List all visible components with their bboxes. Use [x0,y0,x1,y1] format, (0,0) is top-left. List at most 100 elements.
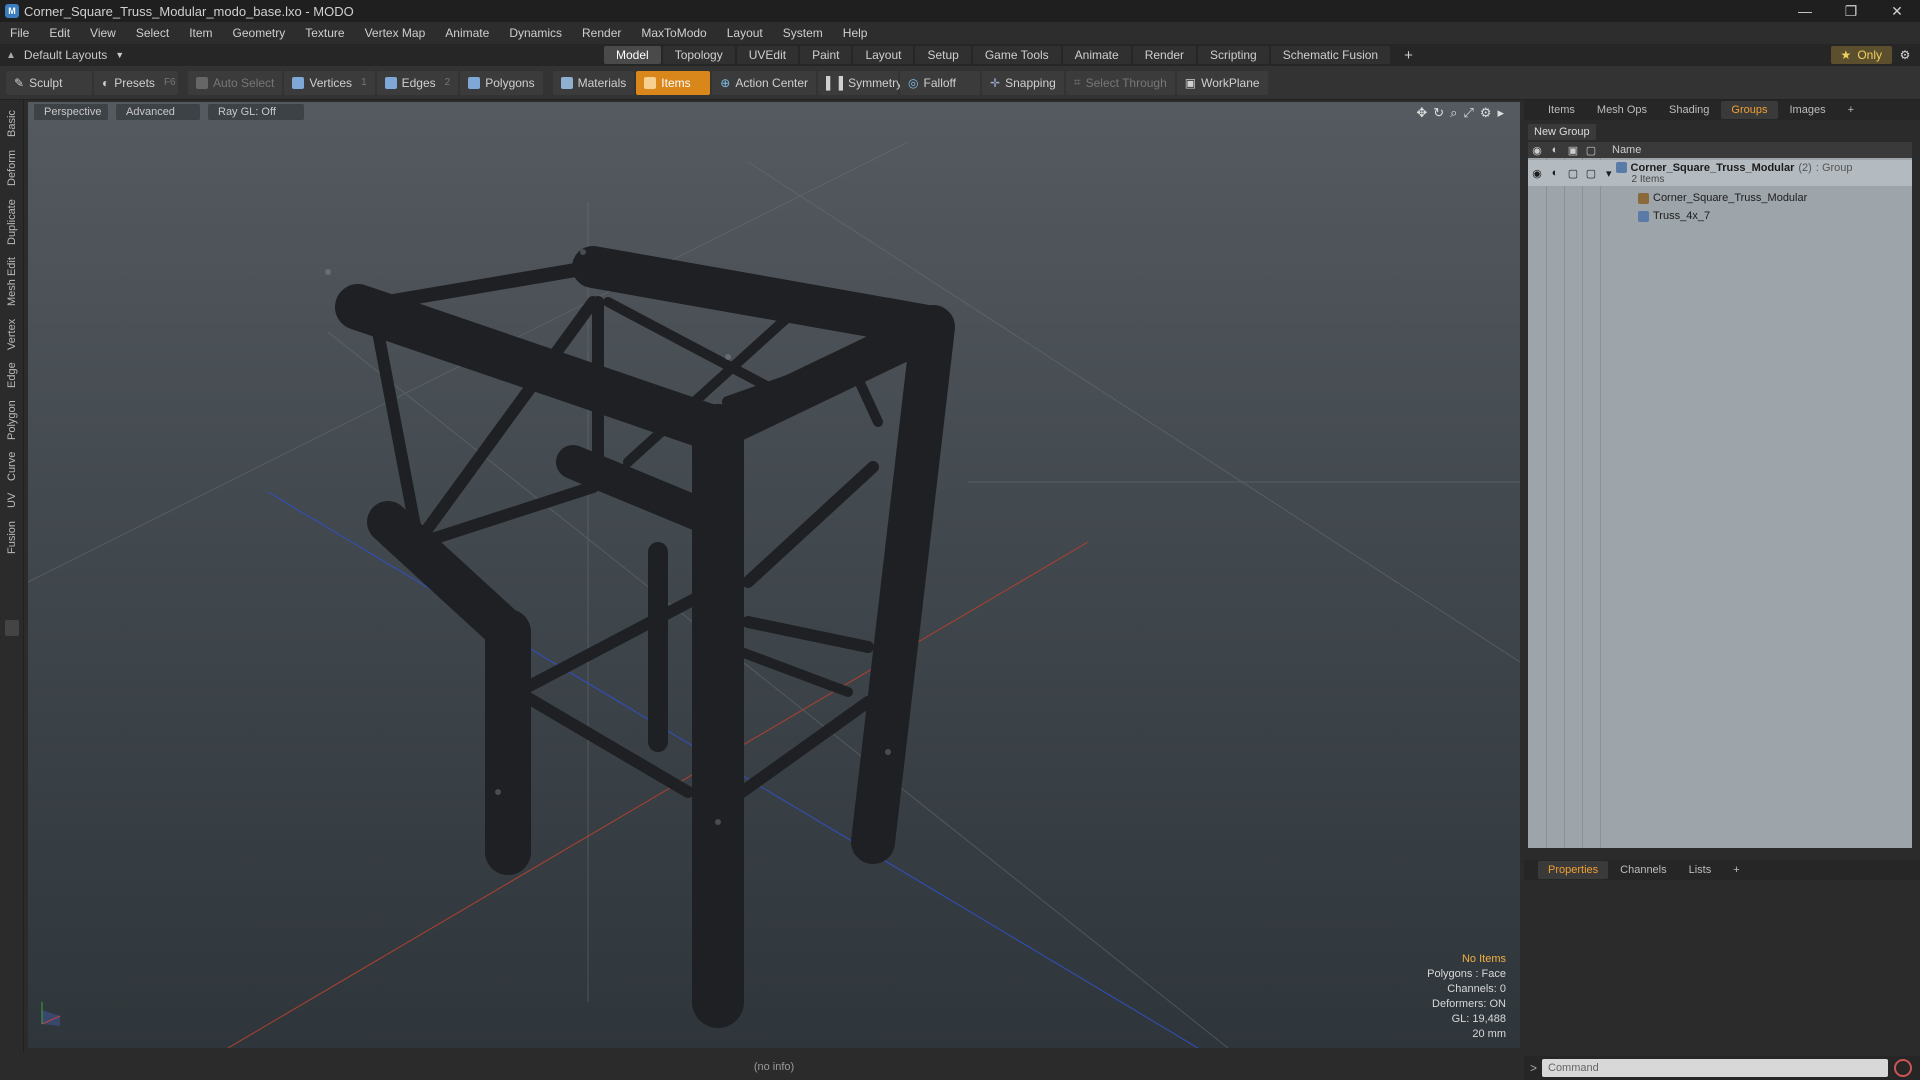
gear-icon[interactable]: ⚙ [1896,46,1914,64]
render-toggle-icon[interactable]: ◐ [1546,167,1564,179]
command-input[interactable]: Command [1542,1059,1888,1077]
select-toggle-icon[interactable]: ▢ [1582,167,1600,180]
close-button[interactable]: ✕ [1874,0,1920,22]
tab-topology[interactable]: Topology [662,46,735,64]
collapse-icon[interactable]: ▾ [1606,167,1612,180]
tab-setup[interactable]: Setup [915,46,971,64]
tab-paint[interactable]: Paint [800,46,852,64]
menu-file[interactable]: File [0,26,39,40]
menu-dynamics[interactable]: Dynamics [499,26,572,40]
sculpt-button[interactable]: ✎ Sculpt [6,70,92,95]
menu-maxtomodo[interactable]: MaxToModo [631,26,716,40]
tab-channels[interactable]: Channels [1610,861,1676,879]
menu-help[interactable]: Help [833,26,878,40]
vtab-fusion[interactable]: Fusion [3,516,21,558]
mesh-item-icon [1638,210,1649,222]
auto-select-button[interactable]: Auto Select [188,70,283,95]
only-button[interactable]: ★ Only [1830,46,1892,64]
group-child-row[interactable]: Corner_Square_Truss_Modular [1528,190,1912,206]
edges-button[interactable]: Edges 2 [376,70,459,95]
menu-item[interactable]: Item [179,26,222,40]
workplane-label: WorkPlane [1201,75,1260,90]
layout-selector[interactable]: ▲ Default Layouts ▼ [6,47,124,63]
pan-icon[interactable]: ✥ [1416,105,1427,121]
visibility-eye-icon[interactable]: ◉ [1528,167,1546,180]
menu-animate[interactable]: Animate [435,26,499,40]
snapping-button[interactable]: ✛ Snapping [982,70,1064,95]
viewport-settings-icon[interactable]: ⚙ [1480,105,1492,121]
palette-toggle-button[interactable] [5,620,19,636]
tab-items[interactable]: Items [1538,101,1585,119]
shading-mode-button[interactable]: Advanced [116,104,200,120]
symmetry-button[interactable]: ▌▐ Symmetry [818,70,902,95]
presets-button[interactable]: ◐ Presets F6 [94,70,178,95]
tab-uvedit[interactable]: UVEdit [736,46,799,64]
tab-scripting[interactable]: Scripting [1198,46,1269,64]
select-column-icon[interactable]: ▢ [1582,144,1600,157]
menu-geometry[interactable]: Geometry [223,26,296,40]
3d-viewport[interactable]: Perspective Advanced Ray GL: Off ✥ ↻ ⌕ ⤢… [28,102,1520,1048]
vtab-edge[interactable]: Edge [3,358,21,392]
raygl-button[interactable]: Ray GL: Off [208,104,304,120]
restore-button[interactable]: ❐ [1828,0,1874,22]
add-properties-tab-button[interactable]: + [1723,861,1749,879]
items-button[interactable]: Items [636,70,711,95]
group-child-row[interactable]: Truss_4x_7 [1528,208,1912,224]
view-type-button[interactable]: Perspective [34,104,108,120]
action-center-button[interactable]: ⊕ Action Center [712,70,817,95]
tab-animate[interactable]: Animate [1062,46,1131,64]
vtab-vertex[interactable]: Vertex [3,314,21,354]
menu-layout[interactable]: Layout [717,26,773,40]
tab-layout[interactable]: Layout [853,46,914,64]
menu-texture[interactable]: Texture [295,26,354,40]
render-column-icon[interactable]: ◐ [1546,144,1564,156]
select-through-button[interactable]: ⌗ Select Through [1065,70,1175,95]
minimize-button[interactable]: — [1782,0,1828,22]
maximize-icon[interactable]: ⤢ [1463,105,1473,121]
vtab-basic[interactable]: Basic [3,106,21,142]
vtab-duplicate[interactable]: Duplicate [3,194,21,250]
add-panel-tab-button[interactable]: + [1838,101,1864,119]
vertices-icon [292,76,305,89]
zoom-icon[interactable]: ⌕ [1450,105,1457,121]
vtab-mesh-edit[interactable]: Mesh Edit [3,254,21,310]
command-history-icon[interactable] [1894,1059,1912,1077]
tab-render[interactable]: Render [1132,46,1197,64]
new-group-button[interactable]: New Group [1528,124,1596,140]
menu-vertex-map[interactable]: Vertex Map [355,26,436,40]
tab-properties[interactable]: Properties [1538,861,1609,879]
tab-lists[interactable]: Lists [1679,861,1722,879]
lock-toggle-icon[interactable]: ▢ [1564,167,1582,180]
menu-edit[interactable]: Edit [39,26,80,40]
tab-game-tools[interactable]: Game Tools [972,46,1061,64]
vtab-uv[interactable]: UV [3,488,21,512]
vtab-polygon[interactable]: Polygon [3,396,21,444]
tab-schematic-fusion[interactable]: Schematic Fusion [1270,46,1391,64]
tab-images[interactable]: Images [1780,101,1836,119]
vtab-curve[interactable]: Curve [3,448,21,484]
add-tab-button[interactable]: + [1392,46,1425,64]
tab-shading[interactable]: Shading [1659,101,1719,119]
vertices-button[interactable]: Vertices 1 [284,70,375,95]
materials-button[interactable]: Materials [552,70,635,95]
group-count: (2) [1798,161,1812,174]
tool-bar: ✎ Sculpt ◐ Presets F6 Auto Select Vertic… [0,66,1920,100]
vtab-deform[interactable]: Deform [3,146,21,190]
visibility-column-icon[interactable]: ◉ [1528,144,1546,157]
polygons-button[interactable]: Polygons [460,70,543,95]
rotate-icon[interactable]: ↻ [1433,105,1444,121]
falloff-button[interactable]: ◎ Falloff [900,70,981,95]
menu-view[interactable]: View [80,26,126,40]
lock-column-icon[interactable]: ▣ [1564,144,1582,157]
menu-select[interactable]: Select [126,26,179,40]
name-column-header[interactable]: Name [1612,144,1641,156]
menu-system[interactable]: System [773,26,833,40]
tab-model[interactable]: Model [604,46,661,64]
viewport-menu-icon[interactable]: ▸ [1497,105,1504,121]
workplane-button[interactable]: ▣ WorkPlane [1176,70,1268,95]
info-channels: Channels: 0 [1447,983,1506,995]
tab-groups[interactable]: Groups [1721,101,1778,119]
menu-render[interactable]: Render [572,26,631,40]
tab-mesh-ops[interactable]: Mesh Ops [1587,101,1657,119]
group-row[interactable]: ◉ ◐ ▢ ▢ ▾ Corner_Square_Truss_Modular (2… [1528,160,1912,186]
